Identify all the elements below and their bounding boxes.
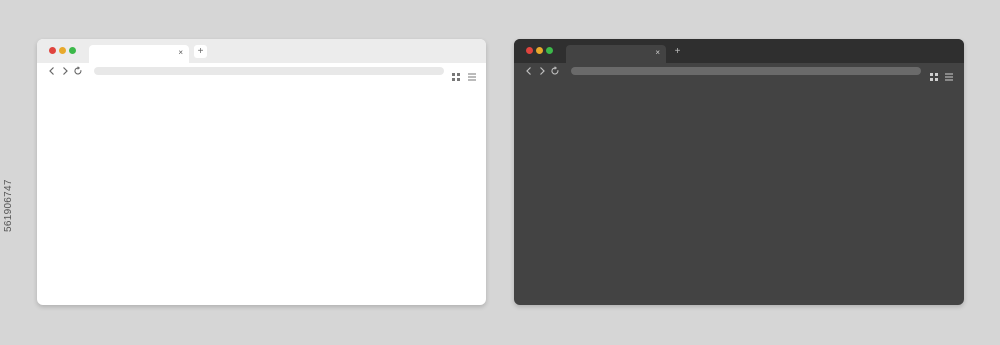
minimize-window-button[interactable] [536, 47, 543, 54]
minimize-window-button[interactable] [59, 47, 66, 54]
address-bar[interactable] [571, 67, 921, 75]
stock-id-label: 561906747 [3, 179, 14, 232]
reload-icon[interactable] [550, 66, 560, 76]
close-window-button[interactable] [49, 47, 56, 54]
toolbar [514, 63, 964, 81]
maximize-window-button[interactable] [69, 47, 76, 54]
menu-icon[interactable] [945, 68, 953, 81]
forward-icon[interactable] [60, 66, 70, 76]
tab-close-icon[interactable]: × [178, 48, 183, 58]
back-icon[interactable] [524, 66, 534, 76]
browser-window-dark: × + [514, 39, 964, 305]
new-tab-button[interactable]: + [194, 45, 207, 58]
apps-grid-icon[interactable] [930, 68, 938, 81]
reload-icon[interactable] [73, 66, 83, 76]
browser-window-light: × + [37, 39, 486, 305]
tab-close-icon[interactable]: × [655, 48, 660, 58]
new-tab-button[interactable]: + [671, 45, 684, 58]
toolbar [37, 63, 486, 81]
menu-icon[interactable] [468, 68, 476, 81]
page-content[interactable] [37, 79, 486, 305]
close-window-button[interactable] [526, 47, 533, 54]
tab-active[interactable]: × [566, 45, 666, 63]
back-icon[interactable] [47, 66, 57, 76]
apps-grid-icon[interactable] [452, 68, 460, 81]
address-bar[interactable] [94, 67, 444, 75]
page-content[interactable] [514, 79, 964, 305]
maximize-window-button[interactable] [546, 47, 553, 54]
tab-bar: × + [514, 39, 964, 63]
forward-icon[interactable] [537, 66, 547, 76]
tab-bar: × + [37, 39, 486, 63]
tab-active[interactable]: × [89, 45, 189, 63]
